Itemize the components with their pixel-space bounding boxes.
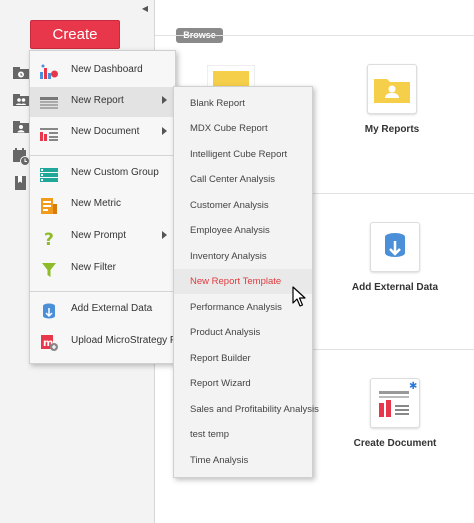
tile-label: Create Document (353, 438, 437, 449)
menu-item-new-filter[interactable]: New Filter (30, 254, 175, 284)
report-submenu: Blank Report MDX Cube Report Intelligent… (173, 86, 319, 478)
database-import-icon (370, 222, 420, 272)
metric-icon (41, 198, 57, 214)
submenu-item[interactable]: Report Builder (174, 346, 312, 371)
submenu-item[interactable]: Report Wizard (174, 371, 312, 396)
custom-group-icon (40, 168, 58, 182)
submenu-item-label: Time Analysis (190, 455, 249, 466)
submenu-arrow-icon (162, 96, 167, 104)
submenu-item-label: Customer Analysis (190, 200, 269, 211)
subscriptions-icon[interactable] (12, 148, 30, 166)
menu-item-label: New Metric (71, 198, 122, 209)
document-chart-icon: ✱ (370, 378, 420, 428)
svg-text:?: ? (44, 230, 54, 246)
submenu-arrow-icon (162, 231, 167, 239)
menu-separator (30, 291, 175, 292)
menu-item-label: Upload MicroStrategy File (71, 335, 187, 346)
external-data-icon (43, 303, 55, 319)
tile-my-reports[interactable]: My Reports (352, 64, 432, 135)
filter-icon (42, 263, 56, 277)
menu-item-label: New Prompt (71, 230, 127, 241)
submenu-item-label: New Report Template (190, 276, 282, 287)
menu-item-new-report[interactable]: New Report (30, 87, 175, 117)
submenu-item-label: Call Center Analysis (190, 174, 276, 185)
submenu-item[interactable]: Intelligent Cube Report (174, 142, 312, 167)
submenu-item[interactable]: Customer Analysis (174, 193, 312, 218)
submenu-item[interactable]: test temp (174, 422, 312, 447)
submenu-item[interactable]: Time Analysis (174, 448, 312, 473)
document-icon (40, 128, 58, 141)
tile-create-document[interactable]: ✱ Create Document (350, 378, 440, 449)
user-folder-icon (367, 64, 417, 114)
menu-item-label: New Report (71, 95, 124, 106)
submenu-item-label: Report Builder (190, 353, 251, 364)
menu-item-add-external-data[interactable]: Add External Data (30, 295, 175, 325)
menu-item-new-custom-group[interactable]: New Custom Group (30, 159, 175, 189)
submenu-item-label: MDX Cube Report (190, 123, 268, 134)
my-content-icon[interactable] (12, 120, 30, 134)
menu-item-new-document[interactable]: New Document (30, 118, 175, 148)
submenu-item-label: Inventory Analysis (190, 251, 267, 262)
submenu-arrow-icon (162, 127, 167, 135)
submenu-item-label: Product Analysis (190, 327, 261, 338)
menu-item-new-dashboard[interactable]: New Dashboard (30, 56, 175, 86)
submenu-item[interactable]: Employee Analysis (174, 218, 312, 243)
submenu-item[interactable]: Call Center Analysis (174, 167, 312, 192)
create-menu: New Dashboard New Report New Document Ne… (29, 50, 186, 364)
submenu-item-label: Employee Analysis (190, 225, 270, 236)
grid-report-icon (40, 97, 58, 109)
browse-divider (155, 35, 474, 36)
menu-item-upload-microstrategy-file[interactable]: m Upload MicroStrategy File (30, 327, 186, 357)
mouse-cursor-icon (292, 286, 306, 307)
tile-add-external-data[interactable]: Add External Data (350, 222, 440, 293)
svg-text:✱: ✱ (409, 381, 417, 392)
submenu-item[interactable]: MDX Cube Report (174, 116, 312, 141)
submenu-item-label: Intelligent Cube Report (190, 149, 288, 160)
menu-item-label: Add External Data (71, 303, 153, 314)
submenu-item-label: Performance Analysis (190, 302, 282, 313)
submenu-item[interactable]: Sales and Profitability Analysis (174, 397, 319, 422)
upload-file-icon: m (41, 335, 58, 351)
recent-icon[interactable] (12, 66, 30, 80)
menu-item-new-prompt[interactable]: ? New Prompt (30, 222, 175, 252)
menu-item-new-metric[interactable]: New Metric (30, 190, 175, 220)
menu-item-label: New Dashboard (71, 64, 143, 75)
submenu-item-label: Sales and Profitability Analysis (190, 404, 319, 415)
tile-label: My Reports (364, 124, 420, 135)
prompt-icon: ? (44, 230, 54, 246)
submenu-item-label: test temp (190, 429, 230, 440)
shared-icon[interactable] (12, 93, 30, 107)
favorites-icon[interactable] (12, 176, 30, 190)
caret-left-icon[interactable]: ◀ (139, 3, 151, 15)
menu-separator (30, 155, 175, 156)
dashboard-icon (40, 64, 58, 79)
menu-item-label: New Filter (71, 262, 117, 273)
menu-item-label: New Document (71, 126, 140, 137)
menu-item-label: New Custom Group (71, 167, 159, 178)
submenu-item-label: Blank Report (190, 98, 245, 109)
submenu-item[interactable]: Inventory Analysis (174, 244, 312, 269)
submenu-item[interactable]: Product Analysis (174, 320, 312, 345)
tile-label: Add External Data (351, 282, 439, 293)
create-button[interactable]: Create (30, 20, 120, 49)
submenu-item-label: Report Wizard (190, 378, 251, 389)
submenu-item[interactable]: Blank Report (174, 91, 312, 116)
